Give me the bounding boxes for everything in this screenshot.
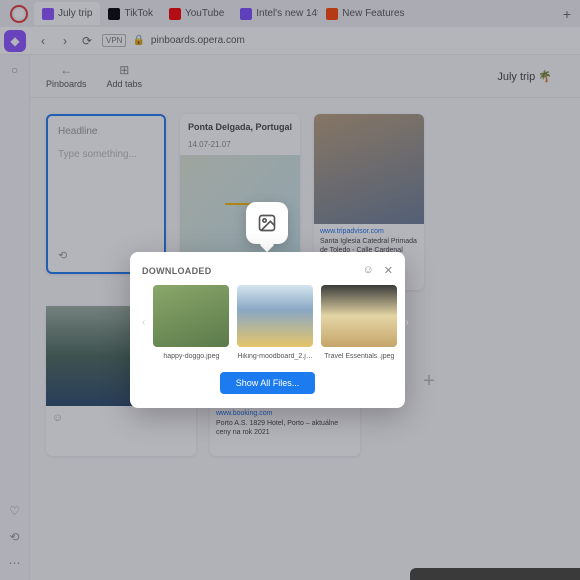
- thumb-filename: happy-doggo.jpeg: [163, 353, 219, 360]
- prev-arrow-icon[interactable]: ‹: [142, 317, 145, 328]
- download-thumb-0[interactable]: happy-doggo.jpeg: [153, 285, 229, 360]
- download-thumb-2[interactable]: Travel Essentials .jpeg: [321, 285, 397, 360]
- image-insert-anchor: [246, 202, 288, 244]
- thumb-filename: Travel Essentials .jpeg: [324, 353, 394, 360]
- popup-title: DOWNLOADED: [142, 266, 212, 276]
- download-thumb-1[interactable]: Hiking-moodboard_2.jpeg: [237, 285, 313, 360]
- downloads-popup: DOWNLOADED ☺ ✕ ‹ happy-doggo.jpeg Hiking-…: [130, 252, 405, 408]
- close-icon[interactable]: ✕: [384, 264, 393, 277]
- device-frame: [410, 568, 580, 580]
- show-all-files-button[interactable]: Show All Files...: [220, 372, 316, 394]
- thumb-image: [237, 285, 313, 347]
- thumb-image: [321, 285, 397, 347]
- thumb-image: [153, 285, 229, 347]
- picture-icon: [257, 213, 277, 233]
- thumb-filename: Hiking-moodboard_2.jpeg: [237, 353, 313, 360]
- emoji-icon[interactable]: ☺: [363, 264, 374, 277]
- next-arrow-icon[interactable]: ›: [405, 317, 408, 328]
